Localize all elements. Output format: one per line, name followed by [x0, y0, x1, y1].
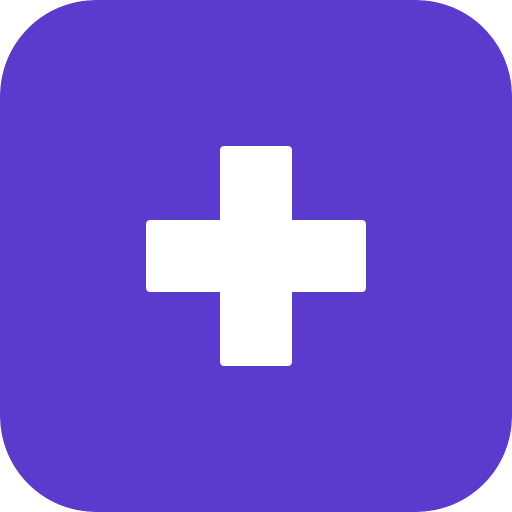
app-icon-tile[interactable]: [0, 0, 512, 512]
plus-horizontal-bar: [146, 220, 366, 292]
plus-icon: [0, 0, 512, 512]
